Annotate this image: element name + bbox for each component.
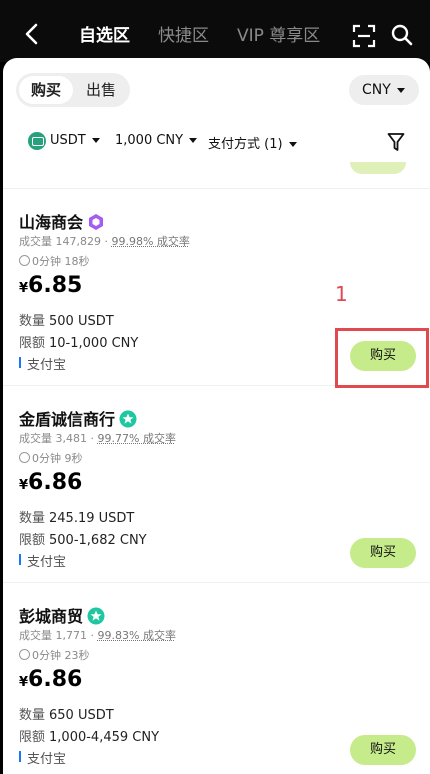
merchant-time: 0分钟 9秒	[19, 450, 83, 466]
limit-label: 限额	[19, 336, 46, 351]
merchant-time: 0分钟 18秒	[19, 253, 90, 269]
usdt-coin-icon	[28, 132, 46, 150]
merchant-volume: 成交量 1,771	[19, 629, 87, 642]
merchant-card: 金盾诚信商行 成交量 3,481 · 99.77% 成交率 0分钟 9秒 ¥6.…	[3, 386, 430, 582]
merchant-volume: 成交量 147,829	[19, 235, 101, 248]
merchant-stats: 成交量 1,771 · 99.83% 成交率	[19, 629, 176, 642]
merchant-stats: 成交量 3,481 · 99.77% 成交率	[19, 432, 176, 445]
filter-bar: USDT 1,000 CNY 支付方式 (1)	[3, 132, 430, 152]
clock-icon	[19, 649, 30, 660]
limit-label: 限额	[19, 533, 46, 548]
merchant-price: ¥6.86	[19, 470, 82, 495]
scan-icon[interactable]	[352, 24, 376, 48]
amount-filter-label: 1,000 CNY	[115, 133, 184, 148]
merchant-price: ¥6.85	[19, 273, 82, 298]
payment-filter-label: 支付方式 (1)	[208, 137, 283, 152]
top-bar: 自选区 快捷区 VIP 尊享区	[0, 0, 430, 62]
merchant-name[interactable]: 彭城商贸	[19, 603, 105, 627]
filter-funnel-icon[interactable]	[387, 132, 405, 152]
sell-toggle-option[interactable]: 出售	[74, 76, 128, 104]
verified-star-badge-icon	[119, 410, 137, 428]
annotation-highlight-box	[335, 328, 429, 388]
quantity-row: 数量 245.19 USDT	[19, 507, 134, 526]
currency-symbol: ¥	[19, 281, 29, 296]
buy-button[interactable]: 购买	[350, 735, 416, 765]
merchant-price: ¥6.86	[19, 667, 82, 692]
merchant-rate: 99.77% 成交率	[97, 432, 176, 445]
merchant-name-text: 彭城商贸	[19, 607, 84, 626]
limit-value: 1,000-4,459 CNY	[49, 730, 160, 745]
merchant-card: 彭城商贸 成交量 1,771 · 99.83% 成交率 0分钟 23秒 ¥6.8…	[3, 583, 430, 774]
merchant-rate: 99.83% 成交率	[97, 629, 176, 642]
price-value: 6.86	[28, 667, 83, 692]
quantity-label: 数量	[19, 708, 46, 723]
currency-label: CNY	[362, 82, 391, 98]
quantity-row: 数量 500 USDT	[19, 310, 114, 329]
merchant-time-text: 0分钟 23秒	[32, 649, 90, 662]
purple-hexagon-badge-icon	[89, 214, 104, 230]
amount-filter[interactable]: 1,000 CNY	[115, 133, 198, 148]
merchant-name[interactable]: 金盾诚信商行	[19, 406, 137, 430]
payment-method: 支付宝	[19, 354, 66, 373]
chevron-down-icon	[91, 138, 100, 143]
payment-method: 支付宝	[19, 748, 66, 767]
merchant-name-text: 金盾诚信商行	[19, 410, 116, 429]
search-icon[interactable]	[390, 23, 414, 47]
buy-sell-toggle: 购买 出售	[16, 73, 130, 107]
limit-value: 500-1,682 CNY	[49, 533, 147, 548]
annotation-number: 1	[335, 282, 348, 306]
currency-symbol: ¥	[19, 478, 29, 493]
payment-method: 支付宝	[19, 551, 66, 570]
tab-quick[interactable]: 快捷区	[158, 21, 209, 46]
quantity-label: 数量	[19, 511, 46, 526]
price-value: 6.86	[28, 470, 83, 495]
merchant-time: 0分钟 23秒	[19, 647, 90, 663]
verified-star-badge-icon	[87, 607, 105, 625]
merchant-time-text: 0分钟 18秒	[32, 255, 90, 268]
quantity-row: 数量 650 USDT	[19, 704, 114, 723]
limit-row: 限额 500-1,682 CNY	[19, 529, 147, 548]
buy-button[interactable]: 购买	[350, 538, 416, 568]
limit-value: 10-1,000 CNY	[49, 336, 139, 351]
merchant-name[interactable]: 山海商会	[19, 209, 105, 233]
currency-select[interactable]: CNY	[349, 75, 419, 105]
quantity-value: 650 USDT	[49, 708, 114, 723]
tab-favorites[interactable]: 自选区	[79, 21, 130, 46]
back-icon[interactable]	[22, 22, 42, 46]
buy-toggle-option[interactable]: 购买	[19, 76, 73, 104]
clock-icon	[19, 255, 30, 266]
tab-vip[interactable]: VIP 尊享区	[237, 21, 320, 46]
chevron-down-icon	[189, 138, 198, 143]
limit-row: 限额 10-1,000 CNY	[19, 332, 138, 351]
limit-row: 限额 1,000-4,459 CNY	[19, 726, 159, 745]
merchant-volume: 成交量 3,481	[19, 432, 87, 445]
chevron-down-icon	[288, 142, 297, 147]
quantity-label: 数量	[19, 314, 46, 329]
merchant-stats: 成交量 147,829 · 99.98% 成交率	[19, 235, 190, 248]
chevron-down-icon	[396, 87, 405, 93]
p2p-sheet: 购买 出售 CNY USDT 1,000 CNY 支付方式 (1) 山海商会 成…	[3, 58, 430, 774]
merchant-time-text: 0分钟 9秒	[32, 452, 83, 465]
quantity-value: 500 USDT	[49, 314, 114, 329]
merchant-rate: 99.98% 成交率	[111, 235, 190, 248]
price-value: 6.85	[28, 273, 83, 298]
clock-icon	[19, 452, 30, 463]
limit-label: 限额	[19, 730, 46, 745]
coin-filter[interactable]: USDT	[50, 133, 100, 148]
previous-buy-button-partial[interactable]	[350, 162, 406, 174]
merchant-name-text: 山海商会	[19, 213, 84, 232]
quantity-value: 245.19 USDT	[49, 511, 135, 526]
coin-filter-label: USDT	[50, 133, 86, 148]
payment-filter[interactable]: 支付方式 (1)	[208, 133, 297, 152]
currency-symbol: ¥	[19, 675, 29, 690]
